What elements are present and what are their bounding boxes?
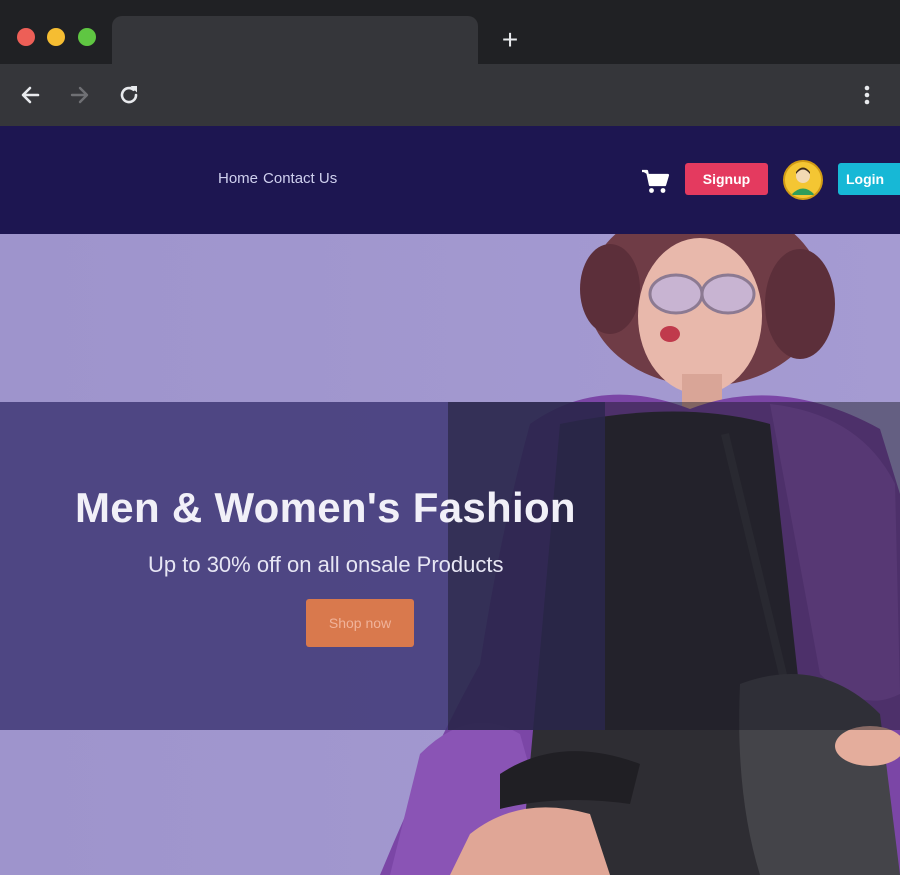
close-window-icon[interactable]: [17, 28, 35, 46]
hero-section: Men & Women's Fashion Up to 30% off on a…: [0, 234, 900, 875]
nav-link-contact[interactable]: Contact Us: [263, 170, 337, 187]
forward-arrow-icon[interactable]: [65, 80, 95, 110]
hero-title: Men & Women's Fashion: [75, 484, 576, 531]
active-tab[interactable]: [112, 16, 478, 64]
browser-toolbar: [0, 64, 900, 126]
new-tab-button[interactable]: +: [496, 26, 524, 54]
minimize-window-icon[interactable]: [47, 28, 65, 46]
user-avatar-icon[interactable]: [783, 160, 823, 200]
browser-window: + Home Contact Us Signup Login Men & Wom…: [0, 0, 900, 875]
tab-strip: +: [0, 0, 900, 64]
site-navbar: Home Contact Us Signup Login: [0, 126, 900, 234]
reload-icon[interactable]: [114, 80, 144, 110]
hero-subtitle: Up to 30% off on all onsale Products: [148, 552, 504, 577]
nav-link-home[interactable]: Home: [218, 170, 258, 187]
hero-banner-shade: [448, 402, 900, 730]
tab-title: [112, 16, 478, 46]
cart-icon[interactable]: [640, 166, 670, 196]
maximize-window-icon[interactable]: [78, 28, 96, 46]
login-button[interactable]: Login: [838, 163, 900, 195]
page-viewport: Home Contact Us Signup Login Men & Women…: [0, 126, 900, 875]
kebab-menu-icon[interactable]: [852, 80, 882, 110]
nav-links: Home Contact Us: [218, 170, 337, 187]
shop-now-button[interactable]: Shop now: [306, 599, 414, 647]
signup-button[interactable]: Signup: [685, 163, 768, 195]
back-arrow-icon[interactable]: [15, 80, 45, 110]
